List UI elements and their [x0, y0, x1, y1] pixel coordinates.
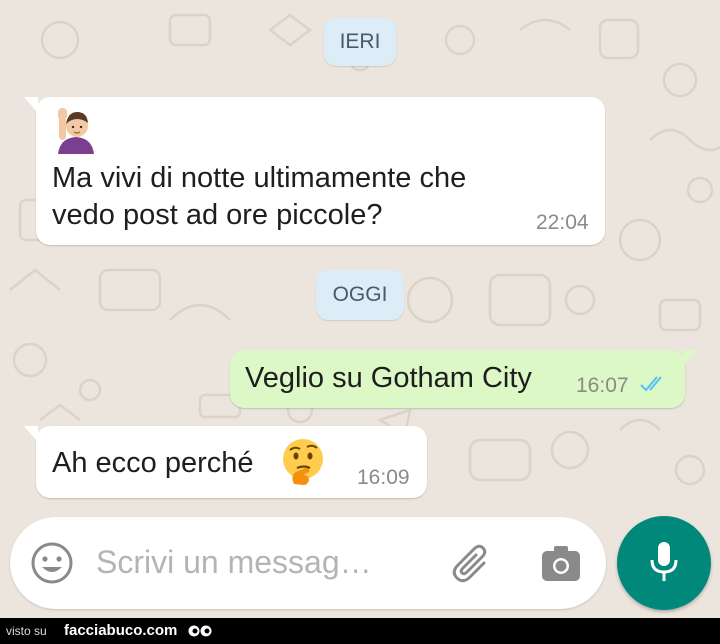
- date-separator-label: OGGI: [332, 283, 388, 306]
- person-raising-hand-emoji: [58, 108, 94, 154]
- watermark-footer: visto su facciabuco.com: [0, 618, 720, 644]
- smiley-icon[interactable]: [30, 541, 74, 585]
- bubble-tail: [683, 350, 697, 366]
- message-timestamp: 16:09: [357, 466, 410, 489]
- message-text: Veglio su Gotham City: [245, 362, 532, 394]
- camera-icon[interactable]: [541, 545, 581, 583]
- date-separator-today: OGGI: [316, 270, 404, 320]
- message-text-line: vedo post ad ore piccole?: [52, 199, 383, 231]
- date-separator-yesterday: IERI: [324, 18, 396, 66]
- eyes-logo-icon: [188, 625, 212, 637]
- message-bubble-outgoing[interactable]: Veglio su Gotham City 16:07: [230, 350, 697, 408]
- double-check-read-icon: [640, 376, 662, 392]
- thinking-face-emoji: [283, 439, 323, 485]
- message-timestamp: 16:07: [576, 374, 629, 397]
- bubble-tail: [24, 97, 38, 113]
- watermark-site[interactable]: facciabuco.com: [64, 622, 177, 639]
- bubble-tail: [24, 426, 38, 442]
- voice-record-button[interactable]: [617, 516, 711, 610]
- date-separator-label: IERI: [339, 30, 381, 53]
- microphone-icon: [650, 542, 678, 581]
- message-composer: Scrivi un messag…: [10, 517, 606, 609]
- message-bubble-incoming[interactable]: Ah ecco perché 16:09: [24, 426, 427, 498]
- watermark-prefix: visto su: [6, 624, 47, 638]
- message-bubble-incoming[interactable]: Ma vivi di notte ultimamente che vedo po…: [24, 97, 605, 245]
- message-input[interactable]: Scrivi un messag…: [96, 544, 372, 581]
- message-text-line: Ma vivi di notte ultimamente che: [52, 162, 467, 194]
- paperclip-icon[interactable]: [450, 541, 496, 587]
- chat-screen: IERI Ma vivi di notte ultimamente che ve…: [0, 0, 720, 618]
- message-timestamp: 22:04: [536, 211, 589, 234]
- message-text: Ah ecco perché: [52, 447, 254, 479]
